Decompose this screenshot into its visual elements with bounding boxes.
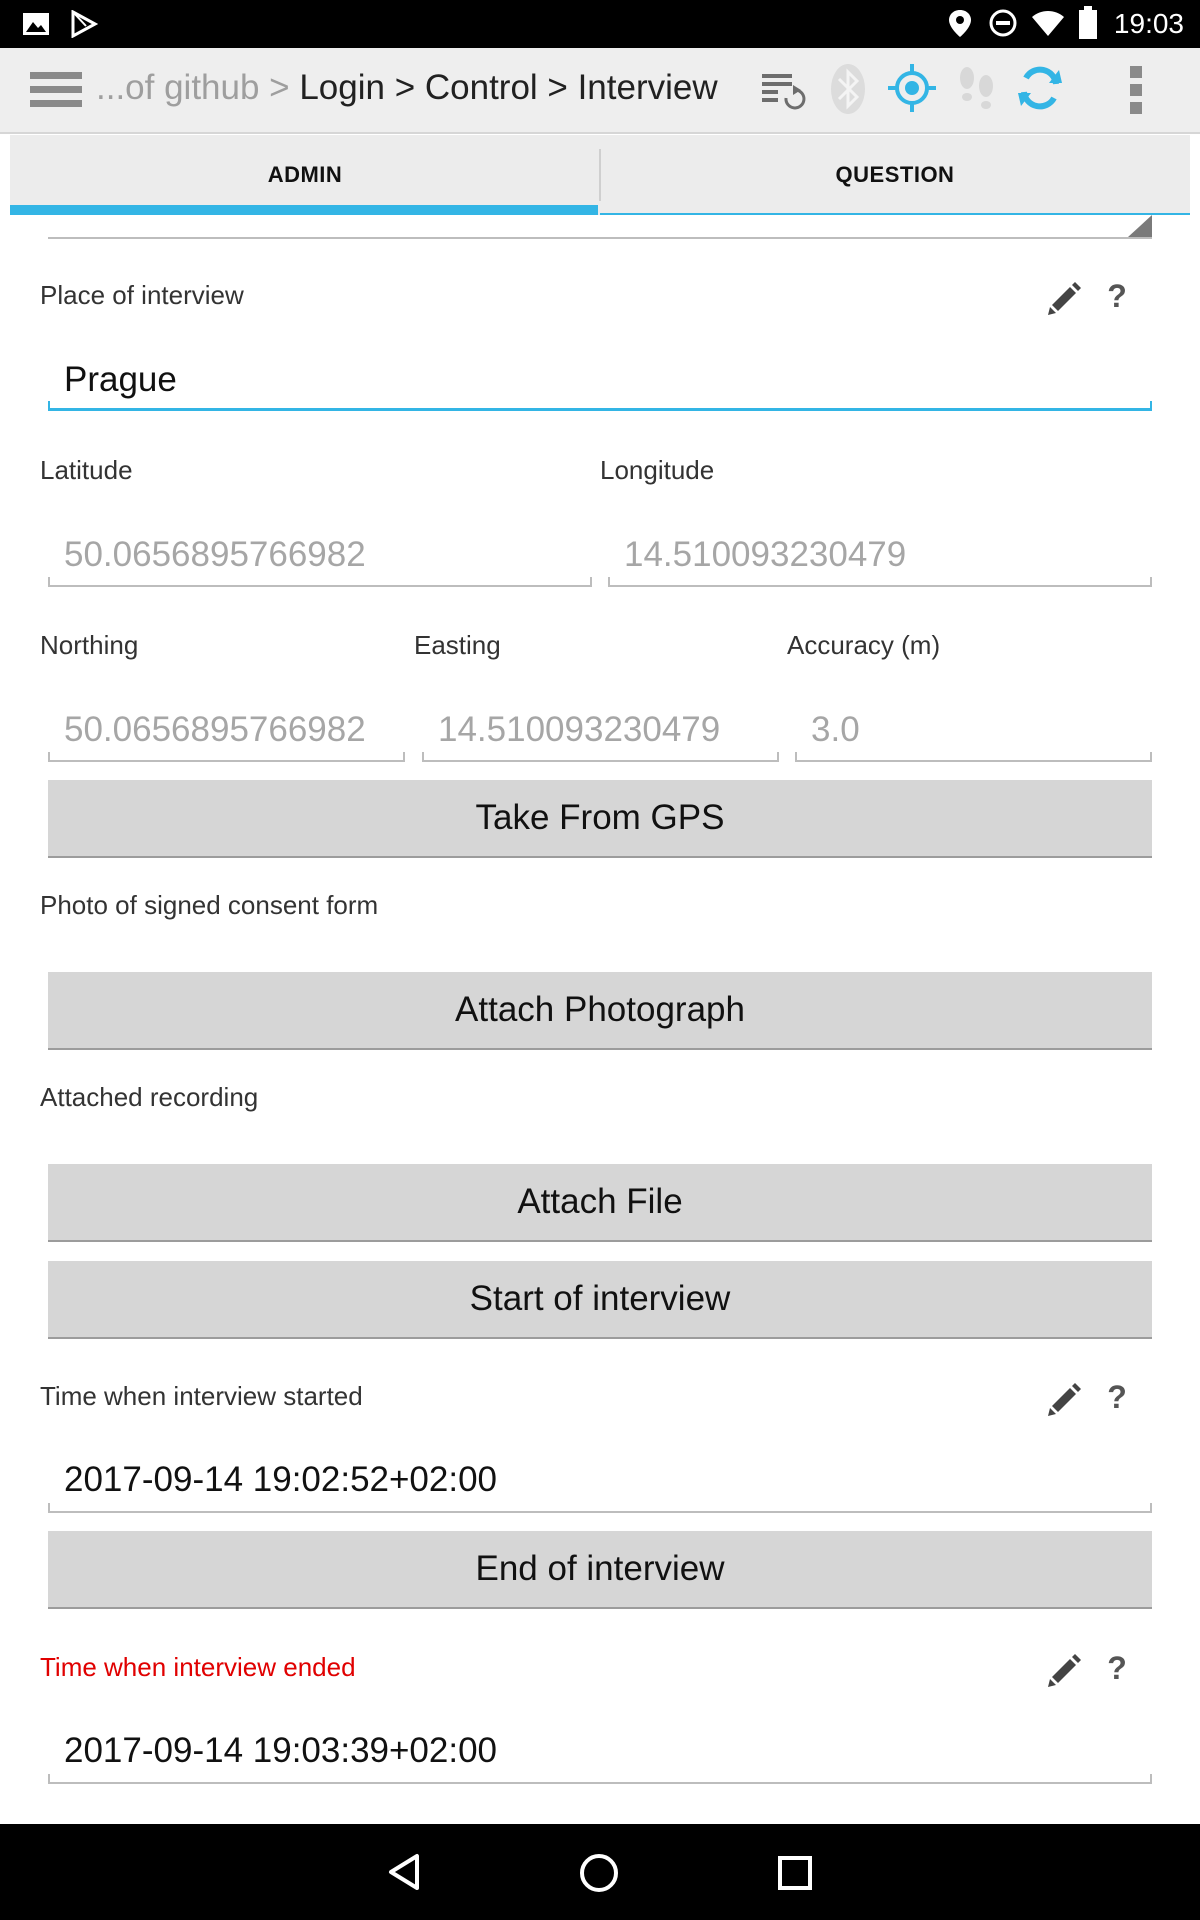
previous-field-underline [48, 237, 1152, 239]
tab-admin[interactable]: ADMIN [10, 135, 600, 215]
help-icon[interactable]: ? [1102, 1650, 1132, 1687]
breadcrumb-prefix: ...of github > [96, 68, 300, 107]
longitude-underline [608, 577, 1152, 587]
tab-admin-label: ADMIN [267, 162, 343, 187]
play-store-icon [71, 10, 98, 38]
end-of-interview-button-label: End of interview [475, 1549, 725, 1588]
menu-icon[interactable] [30, 70, 82, 110]
attach-file-button-label: Attach File [517, 1182, 683, 1221]
end-time-underline [48, 1774, 1152, 1784]
pencil-icon[interactable] [1046, 1380, 1082, 1416]
gps-icon[interactable] [888, 64, 936, 112]
end-time-field[interactable]: 2017-09-14 19:03:39+02:00 [64, 1731, 497, 1771]
attached-recording-label: Attached recording [40, 1082, 259, 1112]
end-of-interview-button[interactable]: End of interview [48, 1531, 1152, 1609]
help-icon[interactable]: ? [1102, 1379, 1132, 1416]
bluetooth-icon[interactable] [828, 62, 868, 116]
start-time-field[interactable]: 2017-09-14 19:02:52+02:00 [64, 1460, 497, 1500]
breadcrumb-path: Login > Control > Interview [299, 68, 718, 107]
latitude-field[interactable]: 50.0656895766982 [64, 535, 366, 575]
latitude-underline [48, 577, 592, 587]
start-time-underline [48, 1503, 1152, 1513]
longitude-field[interactable]: 14.510093230479 [624, 535, 906, 575]
back-icon[interactable] [385, 1852, 425, 1892]
start-time-label: Time when interview started [40, 1381, 363, 1411]
help-icon[interactable]: ? [1102, 278, 1132, 315]
accuracy-field[interactable]: 3.0 [811, 710, 860, 750]
place-of-interview-underline [48, 401, 1152, 411]
northing-label: Northing [40, 630, 139, 660]
home-icon[interactable] [578, 1852, 620, 1894]
tab-question[interactable]: QUESTION [600, 135, 1190, 215]
easting-field[interactable]: 14.510093230479 [438, 710, 720, 750]
selected-tab-indicator [10, 205, 598, 215]
latitude-label: Latitude [40, 455, 133, 485]
start-of-interview-button[interactable]: Start of interview [48, 1261, 1152, 1339]
breadcrumb[interactable]: ...of github > Login > Control > Intervi… [96, 68, 718, 108]
attach-photograph-button[interactable]: Attach Photograph [48, 972, 1152, 1050]
dropdown-corner-icon[interactable] [1128, 215, 1152, 237]
form-content[interactable]: Place of interview ? Prague Latitude Lon… [10, 215, 1190, 1823]
overflow-menu-icon[interactable] [1126, 64, 1146, 116]
sync-records-icon[interactable] [760, 68, 806, 112]
photo-consent-label: Photo of signed consent form [40, 890, 379, 920]
pencil-icon[interactable] [1046, 279, 1082, 315]
tab-bar: ADMIN QUESTION [10, 135, 1190, 215]
battery-icon [1079, 6, 1097, 39]
place-of-interview-input[interactable]: Prague [64, 360, 177, 400]
take-from-gps-button-label: Take From GPS [475, 798, 725, 837]
attach-file-button[interactable]: Attach File [48, 1164, 1152, 1242]
app-toolbar: ...of github > Login > Control > Intervi… [0, 48, 1200, 134]
refresh-icon[interactable] [1016, 64, 1064, 112]
wifi-icon [1032, 11, 1064, 36]
navigation-bar [0, 1824, 1200, 1920]
footsteps-icon[interactable] [955, 64, 999, 114]
easting-label: Easting [414, 630, 501, 660]
location-icon [949, 10, 971, 37]
northing-underline [48, 752, 405, 762]
end-time-label: Time when interview ended [40, 1652, 356, 1682]
pencil-icon[interactable] [1046, 1651, 1082, 1687]
accuracy-label: Accuracy (m) [787, 630, 941, 660]
start-of-interview-button-label: Start of interview [469, 1279, 731, 1318]
take-from-gps-button[interactable]: Take From GPS [48, 780, 1152, 858]
recents-icon[interactable] [776, 1854, 814, 1892]
tab-question-label: QUESTION [835, 162, 955, 187]
easting-underline [422, 752, 779, 762]
status-bar: 19:03 [0, 0, 1200, 48]
do-not-disturb-icon [989, 9, 1017, 37]
clock: 19:03 [1113, 8, 1184, 39]
attach-photograph-button-label: Attach Photograph [455, 990, 745, 1029]
northing-field[interactable]: 50.0656895766982 [64, 710, 366, 750]
place-of-interview-label: Place of interview [40, 280, 244, 310]
gallery-icon [23, 13, 49, 35]
accuracy-underline [795, 752, 1152, 762]
longitude-label: Longitude [600, 455, 715, 485]
